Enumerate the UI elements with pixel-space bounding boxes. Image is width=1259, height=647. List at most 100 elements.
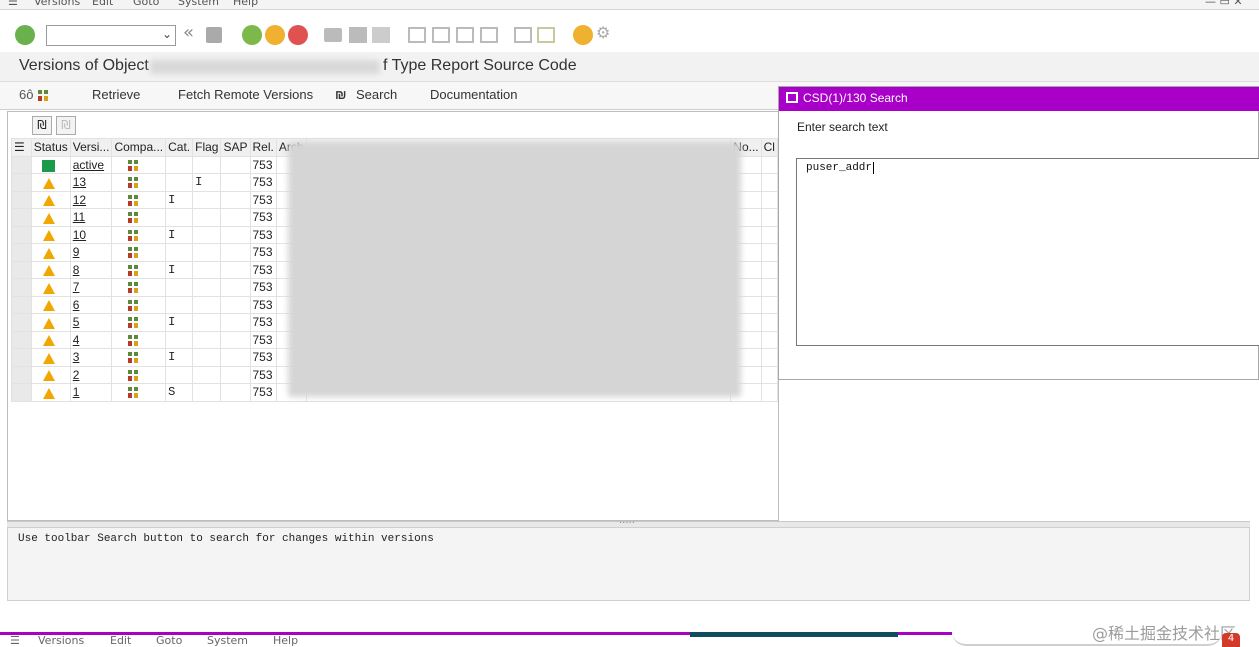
row-selector[interactable] bbox=[11, 243, 32, 262]
version-link[interactable]: 11 bbox=[69, 208, 113, 227]
compare-cell[interactable] bbox=[111, 243, 167, 262]
version-link[interactable]: 10 bbox=[69, 225, 113, 244]
compare-icon[interactable] bbox=[126, 229, 141, 242]
taskbar-tab[interactable] bbox=[690, 632, 898, 637]
menu-system[interactable]: System bbox=[178, 0, 219, 8]
compare-cell[interactable] bbox=[111, 190, 167, 209]
row-selector[interactable] bbox=[11, 208, 32, 227]
header-sap[interactable]: SAP bbox=[220, 138, 251, 157]
header-release[interactable]: Rel. bbox=[249, 138, 277, 157]
version-link[interactable]: active bbox=[69, 155, 113, 174]
compare-cell[interactable] bbox=[111, 155, 167, 174]
compare-cell[interactable] bbox=[111, 365, 167, 384]
fetch-remote-versions-button[interactable]: Fetch Remote Versions bbox=[178, 87, 313, 102]
version-link[interactable]: 5 bbox=[69, 313, 113, 332]
last-page-icon[interactable] bbox=[480, 27, 498, 43]
exit-icon[interactable] bbox=[265, 25, 285, 45]
bottom-menu-icon[interactable]: ☰ bbox=[10, 634, 20, 647]
search-text-input[interactable]: puser_addr bbox=[796, 158, 1259, 346]
row-selector[interactable] bbox=[11, 330, 32, 349]
compare-cell[interactable] bbox=[111, 208, 167, 227]
select-all-icon[interactable]: ☰ bbox=[11, 138, 32, 157]
row-selector[interactable] bbox=[11, 278, 32, 297]
header-cl[interactable]: Cl bbox=[760, 138, 779, 157]
compare-cell[interactable] bbox=[111, 278, 167, 297]
compare-icon[interactable] bbox=[126, 159, 141, 172]
notification-badge[interactable]: 4 bbox=[1222, 633, 1240, 647]
bottom-menu-edit[interactable]: Edit bbox=[110, 634, 131, 647]
binoculars-icon[interactable]: ₪ bbox=[335, 87, 347, 102]
compare-cell[interactable] bbox=[111, 330, 167, 349]
header-compare[interactable]: Compa... bbox=[111, 138, 167, 157]
compare-cell[interactable] bbox=[111, 295, 167, 314]
menu-icon[interactable]: ☰ bbox=[8, 0, 18, 8]
find-next-icon[interactable] bbox=[372, 27, 390, 43]
version-link[interactable]: 7 bbox=[69, 278, 113, 297]
settings-gear-icon[interactable]: ⚙ bbox=[596, 23, 616, 43]
row-selector[interactable] bbox=[11, 155, 32, 174]
compare-cell[interactable] bbox=[111, 173, 167, 192]
row-selector[interactable] bbox=[11, 348, 32, 367]
shortcut-icon[interactable] bbox=[537, 27, 555, 43]
menu-versions[interactable]: Versions bbox=[34, 0, 80, 8]
header-category[interactable]: Cat. bbox=[165, 138, 194, 157]
menu-help[interactable]: Help bbox=[233, 0, 258, 8]
row-selector[interactable] bbox=[11, 190, 32, 209]
back-icon[interactable] bbox=[242, 25, 262, 45]
help-icon[interactable] bbox=[573, 25, 593, 45]
menu-goto[interactable]: Goto bbox=[133, 0, 159, 8]
compare-cell[interactable] bbox=[111, 383, 167, 402]
window-controls-icon[interactable]: — ▭ ✕ bbox=[1205, 0, 1243, 8]
first-page-icon[interactable] bbox=[408, 27, 426, 43]
bottom-menu-versions[interactable]: Versions bbox=[38, 634, 84, 647]
menu-edit[interactable]: Edit bbox=[92, 0, 113, 8]
compare-icon[interactable] bbox=[126, 282, 141, 295]
compare-cell[interactable] bbox=[111, 313, 167, 332]
command-field[interactable]: ⌄ bbox=[46, 25, 176, 46]
version-link[interactable]: 4 bbox=[69, 330, 113, 349]
version-link[interactable]: 2 bbox=[69, 365, 113, 384]
compare-icon[interactable] bbox=[126, 299, 141, 312]
next-page-icon[interactable] bbox=[456, 27, 474, 43]
save-icon[interactable] bbox=[206, 27, 222, 43]
version-link[interactable]: 12 bbox=[69, 190, 113, 209]
bottom-menu-help[interactable]: Help bbox=[273, 634, 298, 647]
bottom-menu-goto[interactable]: Goto bbox=[156, 634, 182, 647]
documentation-button[interactable]: Documentation bbox=[430, 87, 517, 102]
compare-icon[interactable] bbox=[126, 247, 141, 260]
new-session-icon[interactable] bbox=[514, 27, 532, 43]
cancel-icon[interactable] bbox=[288, 25, 308, 45]
splitter-grip-icon[interactable]: ..... bbox=[619, 515, 635, 526]
search-button[interactable]: Search bbox=[356, 87, 397, 102]
grid-find-next-icon[interactable]: ₪ bbox=[56, 116, 76, 135]
header-version[interactable]: Versi... bbox=[69, 138, 113, 157]
version-link[interactable]: 13 bbox=[69, 173, 113, 192]
chevron-down-icon[interactable]: ⌄ bbox=[162, 27, 172, 41]
row-selector[interactable] bbox=[11, 365, 32, 384]
version-link[interactable]: 6 bbox=[69, 295, 113, 314]
compare-cell[interactable] bbox=[111, 225, 167, 244]
previous-page-icon[interactable] bbox=[432, 27, 450, 43]
display-glasses-icon[interactable]: 6ô bbox=[19, 87, 33, 102]
version-link[interactable]: 1 bbox=[69, 383, 113, 402]
row-selector[interactable] bbox=[11, 295, 32, 314]
compare-icon[interactable] bbox=[126, 334, 141, 347]
header-flag[interactable]: Flag bbox=[192, 138, 222, 157]
bottom-menu-system[interactable]: System bbox=[207, 634, 248, 647]
grid-find-icon[interactable]: ₪ bbox=[32, 116, 52, 135]
version-link[interactable]: 9 bbox=[69, 243, 113, 262]
row-selector[interactable] bbox=[11, 383, 32, 402]
compare-icon[interactable] bbox=[126, 177, 141, 190]
header-status[interactable]: Status bbox=[30, 138, 71, 157]
row-selector[interactable] bbox=[11, 173, 32, 192]
version-link[interactable]: 8 bbox=[69, 260, 113, 279]
double-left-icon[interactable]: « bbox=[183, 22, 203, 43]
compare-cell[interactable] bbox=[111, 348, 167, 367]
compare-icon[interactable] bbox=[126, 194, 141, 207]
version-link[interactable]: 3 bbox=[69, 348, 113, 367]
compare-icon[interactable] bbox=[36, 90, 50, 102]
enter-icon[interactable] bbox=[15, 25, 35, 45]
compare-icon[interactable] bbox=[126, 317, 141, 330]
compare-icon[interactable] bbox=[126, 369, 141, 382]
compare-icon[interactable] bbox=[126, 387, 141, 400]
